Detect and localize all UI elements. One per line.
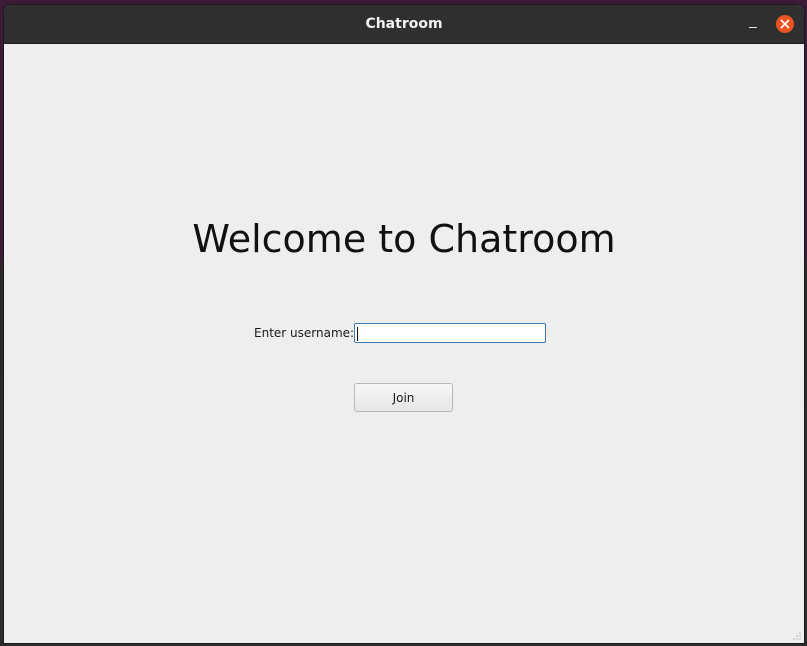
close-icon [780,19,790,29]
username-label: Enter username: [254,326,355,340]
text-caret [357,327,358,341]
titlebar[interactable]: Chatroom [4,5,804,44]
main-content: Welcome to Chatroom Enter username: Join [4,44,804,643]
join-button[interactable]: Join [354,383,453,412]
page-title: Welcome to Chatroom [192,217,616,261]
window-title: Chatroom [365,16,443,32]
chatroom-window: Chatroom Welcome to Chatroom Enter usern… [4,5,804,643]
minimize-button[interactable] [744,14,764,34]
close-button[interactable] [776,15,794,33]
resize-grip-icon[interactable] [793,632,801,640]
username-input[interactable] [354,323,546,343]
minimize-icon [749,27,757,28]
